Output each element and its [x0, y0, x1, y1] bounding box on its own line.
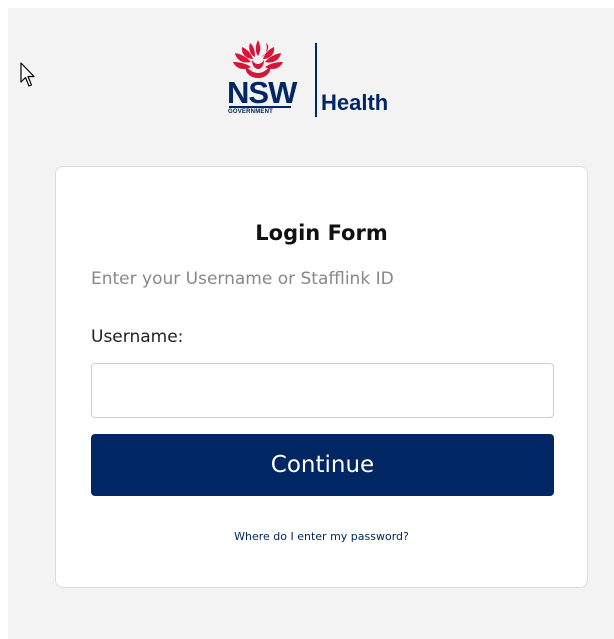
login-form-subtitle: Enter your Username or Stafflink ID [91, 269, 394, 289]
government-wordmark: GOVERNMENT [228, 109, 274, 115]
logo-divider [315, 43, 317, 117]
nsw-underline [229, 106, 291, 108]
health-wordmark: Health [321, 90, 389, 115]
login-form-title: Login Form [255, 221, 388, 245]
login-card: Login Form Enter your Username or Staffl… [55, 166, 588, 588]
password-help-link[interactable]: Where do I enter my password? [56, 529, 587, 545]
username-label: Username: [91, 327, 184, 347]
username-input[interactable] [91, 363, 554, 418]
continue-button[interactable]: Continue [91, 434, 554, 496]
nsw-wordmark: NSW [227, 75, 297, 110]
mouse-pointer-icon [20, 62, 35, 87]
nsw-health-logo: NSW GOVERNMENT Health [224, 38, 424, 120]
